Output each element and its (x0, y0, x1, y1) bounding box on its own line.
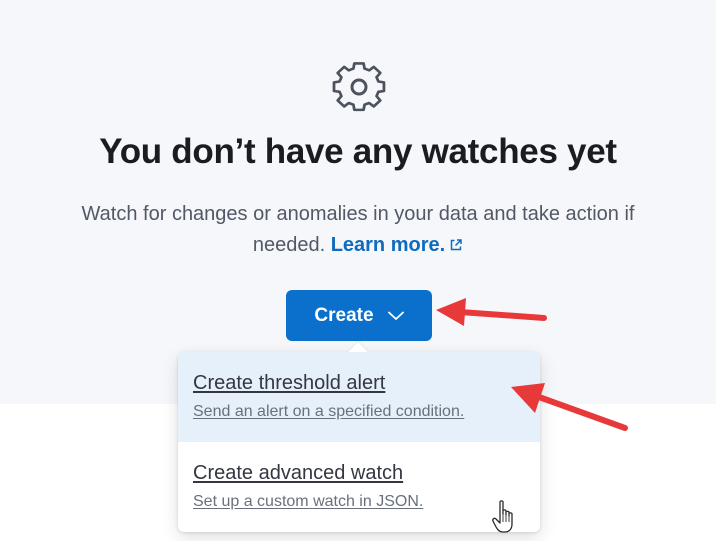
learn-more-label[interactable]: Learn more. (331, 234, 445, 256)
empty-state-description: Watch for changes or anomalies in your d… (60, 199, 656, 261)
annotation-arrow-create (436, 298, 547, 326)
annotation-arrow-threshold (511, 383, 628, 431)
page-title: You don’t have any watches yet (99, 132, 617, 171)
menu-item-title: Create advanced watch (193, 462, 404, 484)
menu-item-create-advanced-watch[interactable]: Create advanced watch Set up a custom wa… (178, 442, 540, 532)
learn-more-link[interactable]: Learn more. (331, 234, 463, 256)
gear-icon (332, 62, 386, 112)
menu-item-title: Create threshold alert (193, 372, 386, 394)
chevron-down-icon (387, 311, 404, 320)
menu-item-create-threshold-alert[interactable]: Create threshold alert Send an alert on … (178, 352, 540, 442)
menu-item-description: Set up a custom watch in JSON. (193, 493, 424, 510)
create-button-label: Create (314, 304, 374, 326)
hand-pointer-cursor-icon (492, 500, 513, 533)
menu-item-description: Send an alert on a specified condition. (193, 403, 465, 420)
create-button[interactable]: Create (286, 290, 432, 341)
external-link-icon (450, 239, 462, 251)
create-dropdown-menu: Create threshold alert Send an alert on … (178, 342, 540, 532)
